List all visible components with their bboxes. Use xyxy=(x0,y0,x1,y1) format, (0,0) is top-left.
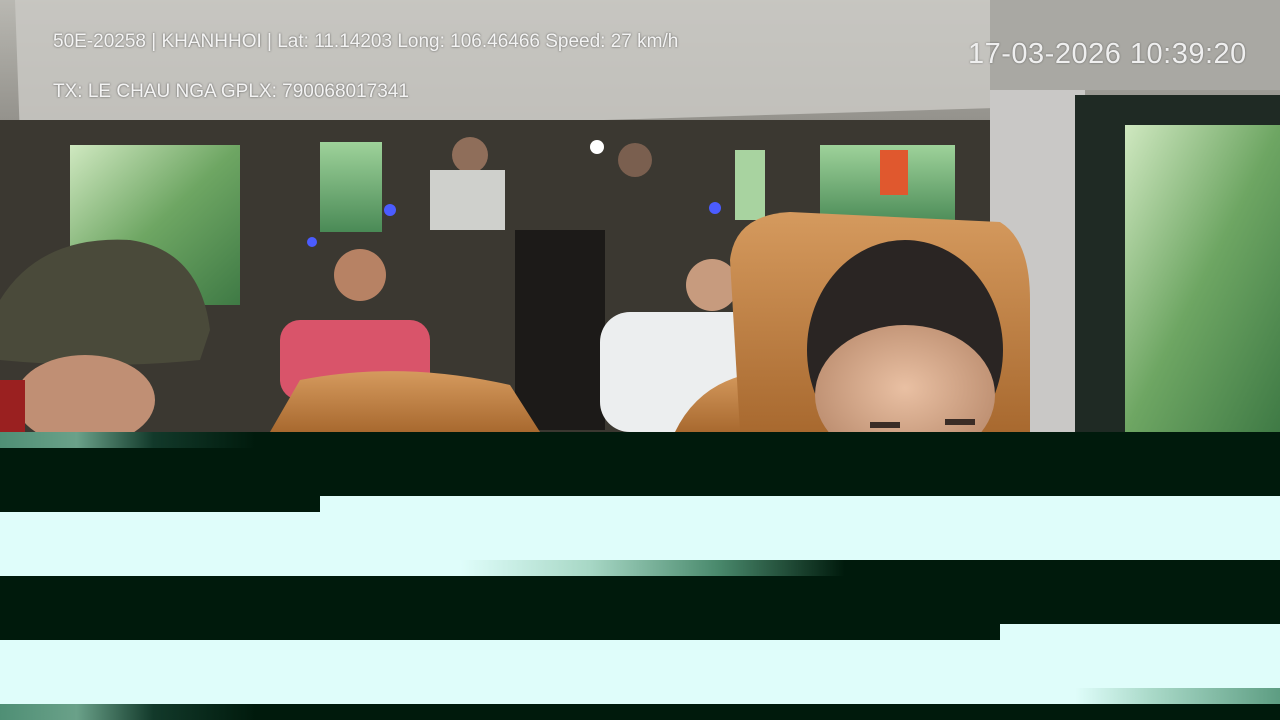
corruption-stripe xyxy=(0,576,1280,624)
corruption-stripe xyxy=(0,512,1280,560)
camera-image: 50E-20258 | KHANHHOI | Lat: 11.14203 Lon… xyxy=(0,0,1280,432)
osd-timestamp: 17-03-2026 10:39:20 xyxy=(968,38,1247,70)
osd-driver-info: TX: LE CHAU NGA GPLX: 790068017341 xyxy=(53,81,409,102)
corruption-stripe xyxy=(0,560,1280,576)
dashcam-frame: 50E-20258 | KHANHHOI | Lat: 11.14203 Lon… xyxy=(0,0,1280,720)
corruption-stripe xyxy=(320,496,1280,512)
corruption-stripe xyxy=(0,688,1280,704)
corruption-stripe xyxy=(0,448,1280,496)
corruption-stripe xyxy=(0,624,1000,640)
osd-vehicle-info: 50E-20258 | KHANHHOI | Lat: 11.14203 Lon… xyxy=(53,31,679,52)
corruption-stripe xyxy=(0,704,1280,720)
corruption-stripe xyxy=(0,640,1280,688)
corruption-stripe xyxy=(0,496,320,512)
corruption-stripe xyxy=(0,432,1280,448)
corruption-stripe xyxy=(1000,624,1280,640)
